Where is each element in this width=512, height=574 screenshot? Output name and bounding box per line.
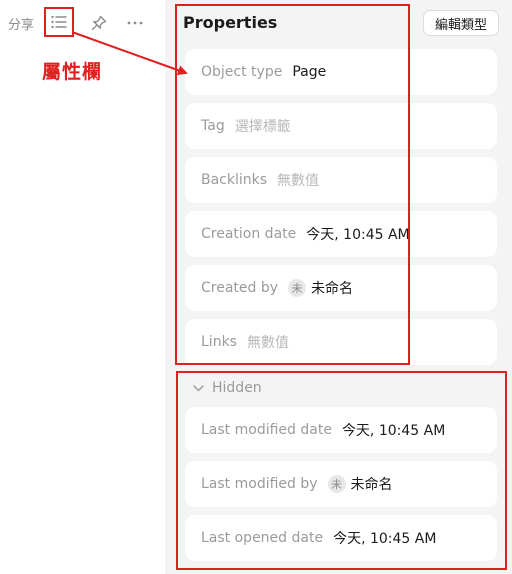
property-key: Creation date — [201, 226, 297, 242]
properties-list-icon — [51, 15, 67, 29]
property-key: Links — [201, 334, 237, 350]
property-row-object-type[interactable]: Object type Page — [185, 49, 497, 95]
share-button[interactable]: 分享 — [8, 14, 34, 33]
panel-title: Properties — [183, 13, 278, 32]
property-row-links[interactable]: Links 無數值 — [185, 319, 497, 365]
property-key: Last opened date — [201, 530, 324, 546]
property-row-last-opened-date[interactable]: Last opened date 今天, 10:45 AM — [185, 515, 497, 561]
property-row-backlinks[interactable]: Backlinks 無數值 — [185, 157, 497, 203]
property-value: 未命名 — [311, 281, 354, 297]
property-key: Created by — [201, 280, 279, 296]
properties-panel: Properties 編輯類型 Object type Page Tag 選擇標… — [165, 0, 512, 574]
chevron-down-icon — [193, 384, 204, 392]
property-value: 未命名 — [350, 477, 393, 493]
property-key: Object type — [201, 64, 283, 80]
property-placeholder: 無數值 — [277, 173, 320, 189]
more-button[interactable] — [124, 12, 146, 34]
avatar: 未 — [327, 475, 346, 493]
toolbar: 分享 — [0, 0, 165, 44]
property-value: 今天, 10:45 AM — [306, 227, 410, 243]
property-row-tag[interactable]: Tag 選擇標籤 — [185, 103, 497, 149]
edit-type-button[interactable]: 編輯類型 — [423, 10, 499, 36]
property-key: Last modified date — [201, 422, 332, 438]
properties-toggle-button[interactable] — [44, 7, 74, 37]
property-row-last-modified-by[interactable]: Last modified by 未 未命名 — [185, 461, 497, 507]
property-key: Backlinks — [201, 172, 268, 188]
property-value: 今天, 10:45 AM — [341, 423, 446, 439]
annotation-label: 屬性欄 — [42, 61, 103, 83]
hidden-section-toggle[interactable]: Hidden — [193, 379, 262, 397]
hidden-section-label: Hidden — [212, 380, 262, 396]
pin-icon — [91, 15, 107, 31]
property-row-created-by[interactable]: Created by 未 未命名 — [185, 265, 497, 311]
property-value: Page — [292, 64, 327, 80]
property-placeholder: 無數值 — [246, 335, 289, 351]
property-row-creation-date[interactable]: Creation date 今天, 10:45 AM — [185, 211, 497, 257]
property-placeholder: 選擇標籤 — [234, 119, 291, 135]
property-row-last-modified-date[interactable]: Last modified date 今天, 10:45 AM — [185, 407, 497, 453]
property-value: 今天, 10:45 AM — [333, 531, 437, 547]
more-icon — [127, 21, 143, 25]
property-key: Last modified by — [201, 476, 318, 492]
pin-button[interactable] — [88, 12, 110, 34]
avatar: 未 — [288, 279, 307, 297]
property-key: Tag — [201, 118, 225, 134]
